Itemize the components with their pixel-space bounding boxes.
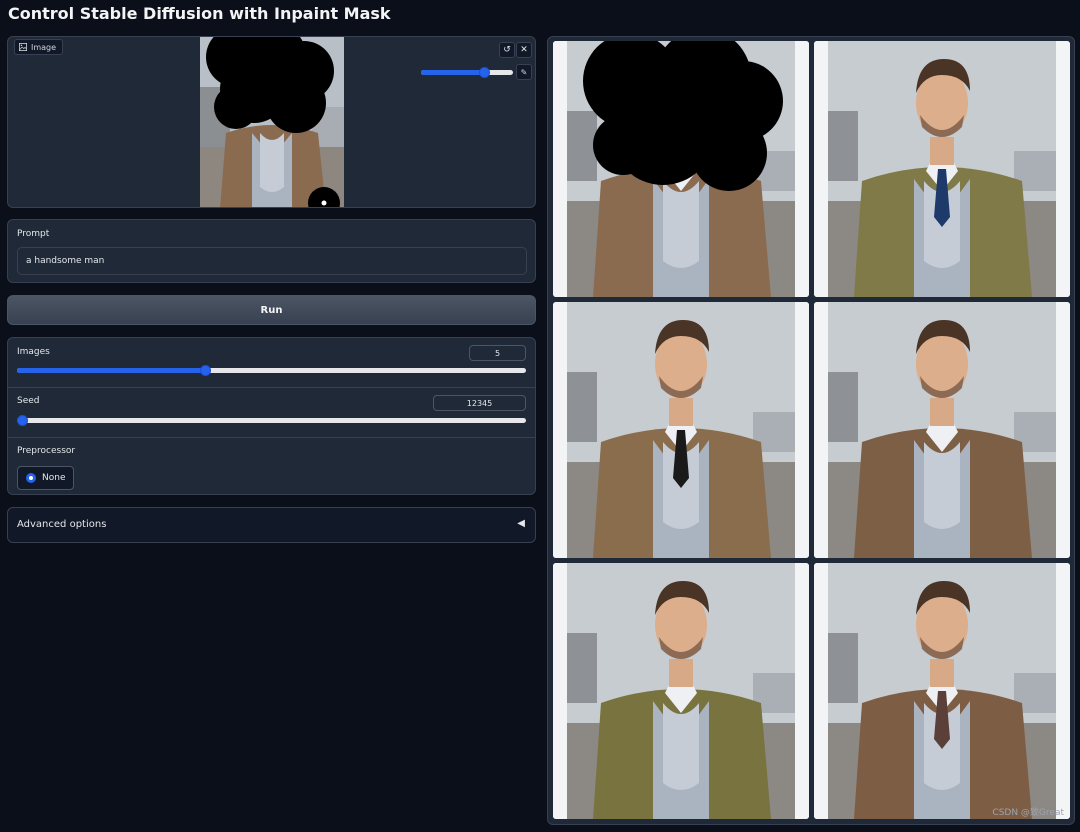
advanced-options-label: Advanced options xyxy=(17,519,107,530)
gallery-thumbnail[interactable] xyxy=(814,41,1070,297)
generated-photo xyxy=(553,41,809,297)
brush-size-slider[interactable] xyxy=(421,67,513,78)
brush-slider-fill xyxy=(421,70,484,75)
close-icon: ✕ xyxy=(520,45,528,55)
generated-photo xyxy=(553,302,809,558)
settings-divider xyxy=(8,437,535,438)
seed-slider-thumb[interactable] xyxy=(17,415,28,426)
image-icon xyxy=(19,43,27,51)
brush-slider-thumb[interactable] xyxy=(479,67,490,78)
mask-canvas[interactable] xyxy=(200,37,344,207)
image-label-tag: Image xyxy=(14,39,64,55)
preprocessor-radio-none[interactable]: None xyxy=(17,466,75,490)
gallery-thumbnail[interactable] xyxy=(814,563,1070,819)
brush-button[interactable]: ✎ xyxy=(516,64,532,80)
images-slider[interactable] xyxy=(17,365,526,376)
generated-photo xyxy=(553,563,809,819)
seed-slider[interactable] xyxy=(17,415,526,426)
image-label-text: Image xyxy=(31,42,57,52)
preprocessor-label: Preprocessor xyxy=(17,446,76,456)
undo-button[interactable]: ↺ xyxy=(499,42,515,58)
settings-panel: Images 5 Seed 12345 Preprocessor None xyxy=(7,337,536,495)
brush-icon: ✎ xyxy=(520,67,528,77)
brush-slider-track xyxy=(421,67,513,78)
images-label: Images xyxy=(17,347,50,357)
watermark: CSDN @致Great xyxy=(992,808,1064,818)
seed-label: Seed xyxy=(17,396,40,406)
preprocessor-option-label: None xyxy=(42,473,66,483)
prompt-label: Prompt xyxy=(17,229,50,239)
generated-photo xyxy=(814,563,1070,819)
collapse-arrow-icon: ◀ xyxy=(517,518,525,529)
clear-button[interactable]: ✕ xyxy=(516,42,532,58)
gallery-thumbnail[interactable] xyxy=(553,41,809,297)
prompt-input[interactable] xyxy=(17,247,527,275)
images-slider-fill xyxy=(17,368,205,373)
page-title: Control Stable Diffusion with Inpaint Ma… xyxy=(8,4,391,23)
images-slider-thumb[interactable] xyxy=(200,365,211,376)
undo-icon: ↺ xyxy=(503,45,511,55)
settings-divider xyxy=(8,387,535,388)
generated-photo xyxy=(814,302,1070,558)
advanced-options-accordion[interactable]: Advanced options ◀ xyxy=(7,507,536,543)
radio-selected-icon xyxy=(26,473,36,483)
masked-photo xyxy=(200,37,344,207)
image-input-panel: Image ↺ ✕ ✎ xyxy=(7,36,536,208)
gallery-thumbnail[interactable] xyxy=(553,302,809,558)
gallery-thumbnail[interactable] xyxy=(814,302,1070,558)
images-number-input[interactable]: 5 xyxy=(469,345,526,361)
run-button[interactable]: Run xyxy=(7,295,536,325)
gallery-thumbnail[interactable] xyxy=(553,563,809,819)
prompt-panel: Prompt xyxy=(7,219,536,283)
output-gallery: CSDN @致Great xyxy=(547,36,1075,825)
generated-photo xyxy=(814,41,1070,297)
seed-number-input[interactable]: 12345 xyxy=(433,395,526,411)
